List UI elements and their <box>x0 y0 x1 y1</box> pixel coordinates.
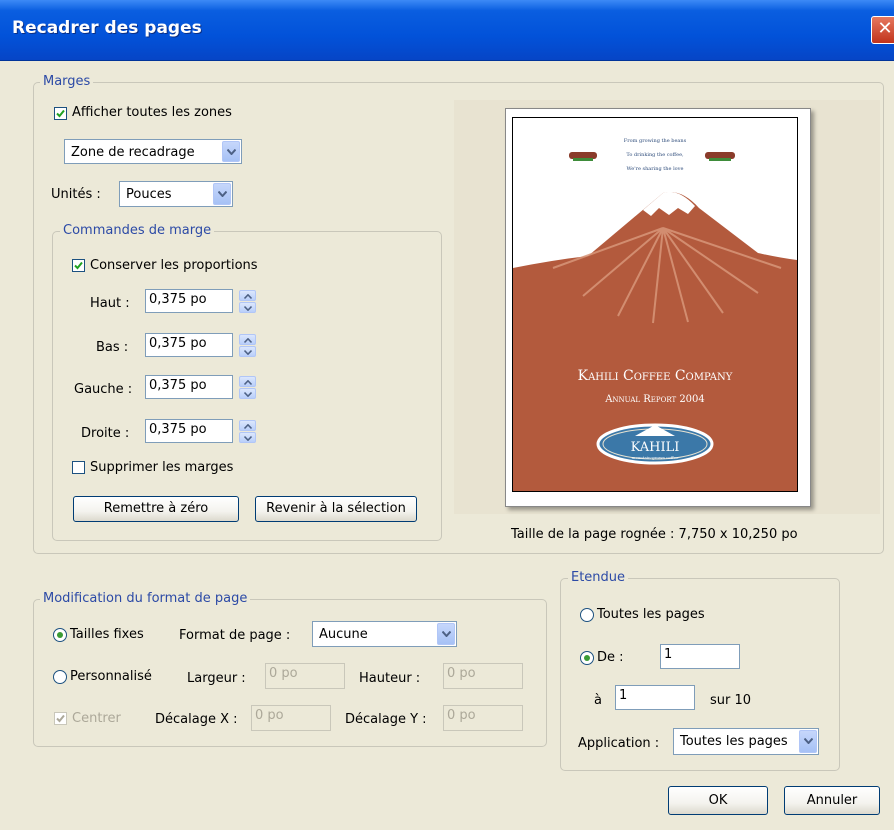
droite-field[interactable]: 0,375 po <box>145 419 233 443</box>
supprimer-checkbox[interactable] <box>72 461 85 474</box>
unites-label: Unités : <box>51 187 101 202</box>
supprimer-label: Supprimer les marges <box>90 460 234 475</box>
a-label: à <box>594 693 602 708</box>
spin-down-icon[interactable] <box>239 432 256 443</box>
de-radio[interactable] <box>580 651 594 665</box>
cancel-button[interactable]: Annuler <box>784 786 880 815</box>
revert-selection-button[interactable]: Revenir à la sélection <box>255 496 417 522</box>
marges-legend: Marges <box>40 74 94 90</box>
spin-up-icon[interactable] <box>239 334 256 345</box>
conserver-label: Conserver les proportions <box>90 258 258 273</box>
spin-up-icon[interactable] <box>239 420 256 431</box>
decalage-x-label: Décalage X : <box>155 712 238 727</box>
chevron-down-icon <box>222 141 240 162</box>
etendue-legend: Etendue <box>568 570 629 586</box>
application-label: Application : <box>578 736 660 751</box>
gauche-label: Gauche : <box>74 382 133 397</box>
gauche-stepper[interactable] <box>239 376 256 400</box>
spin-down-icon[interactable] <box>239 346 256 357</box>
chevron-down-icon <box>437 623 455 645</box>
application-select[interactable]: Toutes les pages <box>673 728 819 755</box>
afficher-zones-label: Afficher toutes les zones <box>72 105 232 120</box>
chevron-down-icon <box>799 730 817 753</box>
cropped-page-size: Taille de la page rognée : 7,750 x 10,25… <box>511 527 798 542</box>
bas-label: Bas : <box>96 340 129 355</box>
bas-field[interactable]: 0,375 po <box>145 333 233 357</box>
centrer-checkbox[interactable] <box>54 712 67 725</box>
largeur-label: Largeur : <box>187 671 246 686</box>
spin-up-icon[interactable] <box>239 290 256 301</box>
format-legend: Modification du format de page <box>40 591 251 607</box>
title-bar: Recadrer des pages ✕ <box>0 0 894 61</box>
centrer-label: Centrer <box>72 711 121 726</box>
reset-button[interactable]: Remettre à zéro <box>73 496 239 522</box>
droite-label: Droite : <box>81 426 130 441</box>
unites-select[interactable]: Pouces <box>119 181 233 207</box>
hauteur-field[interactable]: 0 po <box>443 663 523 689</box>
sur-total-label: sur 10 <box>710 693 752 708</box>
spin-down-icon[interactable] <box>239 302 256 313</box>
a-field[interactable]: 1 <box>615 685 695 710</box>
hauteur-label: Hauteur : <box>359 671 421 686</box>
personnalise-label: Personnalisé <box>70 669 152 684</box>
spin-up-icon[interactable] <box>239 376 256 387</box>
haut-label: Haut : <box>90 296 130 311</box>
format-page-select[interactable]: Aucune <box>312 621 457 647</box>
bas-stepper[interactable] <box>239 334 256 358</box>
toutes-pages-label: Toutes les pages <box>597 607 705 622</box>
application-select-value: Toutes les pages <box>680 734 788 749</box>
spin-down-icon[interactable] <box>239 388 256 399</box>
afficher-zones-checkbox[interactable] <box>54 107 67 120</box>
de-field[interactable]: 1 <box>660 644 740 669</box>
gauche-field[interactable]: 0,375 po <box>145 375 233 399</box>
droite-stepper[interactable] <box>239 420 256 444</box>
tailles-fixes-label: Tailles fixes <box>70 627 144 642</box>
haut-stepper[interactable] <box>239 290 256 314</box>
haut-field[interactable]: 0,375 po <box>145 289 233 313</box>
unites-select-value: Pouces <box>126 187 172 202</box>
crop-box-outline <box>512 117 798 492</box>
chevron-down-icon <box>213 183 231 205</box>
format-page-label: Format de page : <box>179 628 291 643</box>
tailles-fixes-radio[interactable] <box>53 628 67 642</box>
largeur-field[interactable]: 0 po <box>265 663 345 689</box>
format-page-select-value: Aucune <box>319 627 368 642</box>
close-icon[interactable]: ✕ <box>871 16 894 44</box>
de-label: De : <box>597 650 624 665</box>
conserver-checkbox[interactable] <box>72 259 85 272</box>
personnalise-radio[interactable] <box>53 670 67 684</box>
zone-select[interactable]: Zone de recadrage <box>64 139 242 164</box>
decalage-x-field[interactable]: 0 po <box>251 705 331 731</box>
decalage-y-field[interactable]: 0 po <box>443 705 523 731</box>
commandes-legend: Commandes de marge <box>60 223 215 239</box>
dialog-title: Recadrer des pages <box>12 18 202 38</box>
toutes-pages-radio[interactable] <box>580 608 594 622</box>
zone-select-value: Zone de recadrage <box>71 145 195 160</box>
decalage-y-label: Décalage Y : <box>345 712 427 727</box>
ok-button[interactable]: OK <box>668 786 768 815</box>
